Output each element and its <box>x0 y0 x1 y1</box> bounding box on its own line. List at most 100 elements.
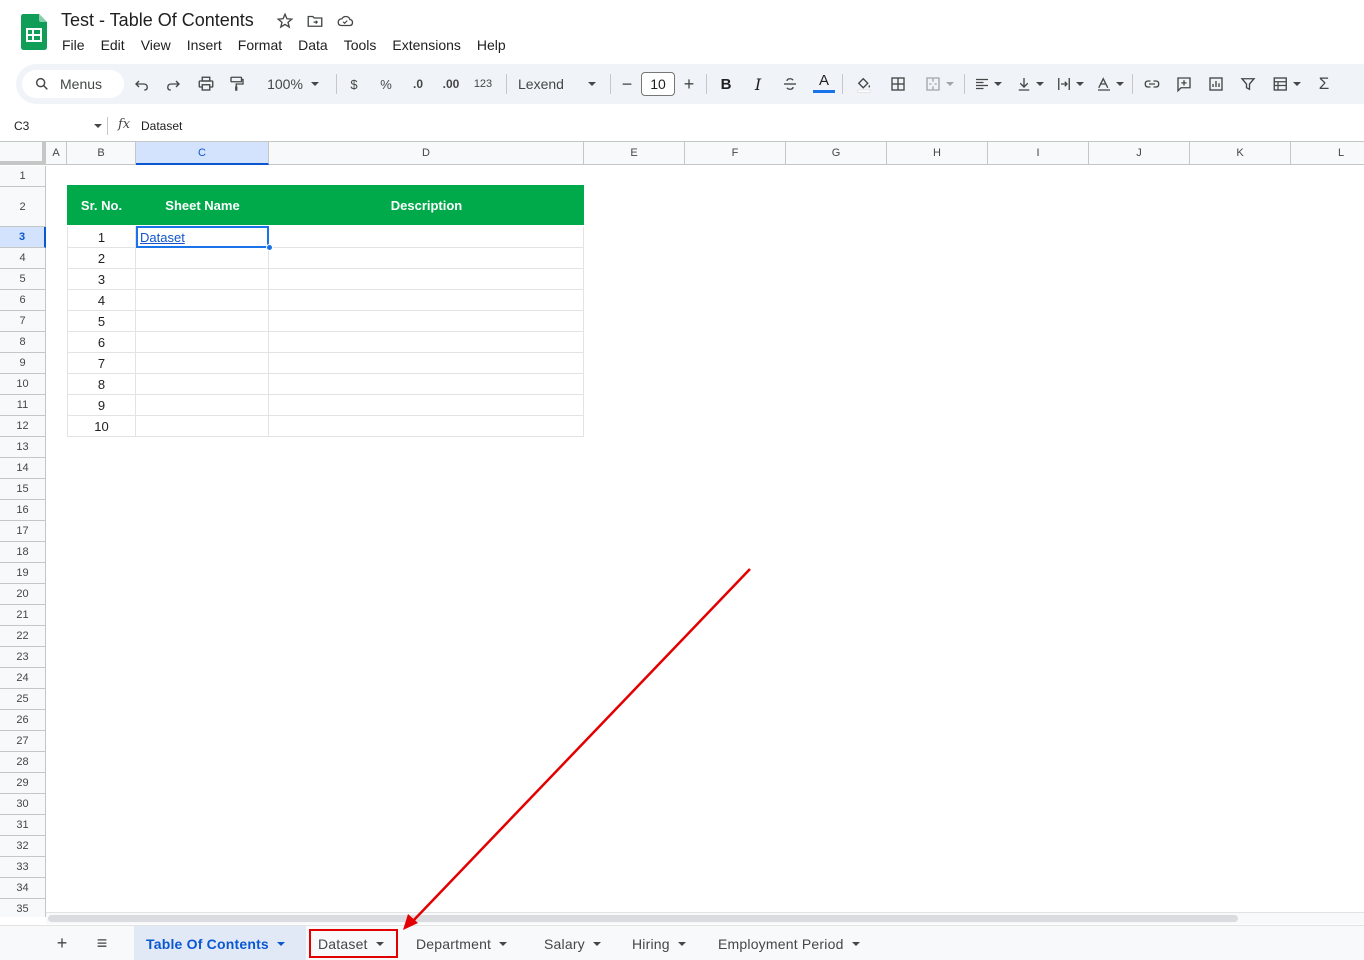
row-header-2[interactable]: 2 <box>0 187 46 227</box>
row-header-26[interactable]: 26 <box>0 710 46 731</box>
cell-sheet-name[interactable] <box>136 248 269 269</box>
borders-button[interactable] <box>886 64 910 104</box>
row-header-10[interactable]: 10 <box>0 374 46 395</box>
row-header-29[interactable]: 29 <box>0 773 46 794</box>
header-sheet-name[interactable]: Sheet Name <box>136 185 269 225</box>
italic-button[interactable]: I <box>748 64 768 104</box>
scrollbar-thumb[interactable] <box>48 915 1238 922</box>
chevron-down-icon[interactable] <box>499 941 508 946</box>
row-header-1[interactable]: 1 <box>0 166 46 187</box>
column-header-l[interactable]: L <box>1291 142 1364 165</box>
currency-button[interactable]: $ <box>344 64 364 104</box>
row-header-16[interactable]: 16 <box>0 500 46 521</box>
cloud-status-icon[interactable] <box>336 12 354 30</box>
row-header-11[interactable]: 11 <box>0 395 46 416</box>
chevron-down-icon[interactable] <box>94 124 102 128</box>
cell-sheet-name[interactable] <box>136 332 269 353</box>
menu-format[interactable]: Format <box>238 37 282 53</box>
vertical-align-button[interactable] <box>1012 64 1046 104</box>
insert-comment-button[interactable] <box>1172 64 1196 104</box>
bold-button[interactable]: B <box>716 64 736 104</box>
row-header-3[interactable]: 3 <box>0 227 46 248</box>
column-header-f[interactable]: F <box>685 142 786 165</box>
cell-description[interactable] <box>269 416 584 437</box>
cell-description[interactable] <box>269 374 584 395</box>
cell-description[interactable] <box>269 353 584 374</box>
row-header-23[interactable]: 23 <box>0 647 46 668</box>
redo-button[interactable] <box>161 64 185 104</box>
row-header-7[interactable]: 7 <box>0 311 46 332</box>
column-header-e[interactable]: E <box>584 142 685 165</box>
print-button[interactable] <box>194 64 218 104</box>
formula-input[interactable]: Dataset <box>141 119 182 133</box>
sheet-tab-department[interactable]: Department <box>404 926 522 960</box>
row-header-8[interactable]: 8 <box>0 332 46 353</box>
row-header-24[interactable]: 24 <box>0 668 46 689</box>
column-header-j[interactable]: J <box>1089 142 1190 165</box>
cell-description[interactable] <box>269 227 584 248</box>
spreadsheet-grid[interactable]: A B C D E F G H I J K L 1 2 3 4 5 6 7 8 9 10 11 12 1… <box>0 141 1364 917</box>
all-sheets-button[interactable]: ≡ <box>90 926 114 960</box>
column-header-c[interactable]: C <box>136 142 269 165</box>
menu-help[interactable]: Help <box>477 37 506 53</box>
search-menus[interactable]: Menus <box>22 70 124 98</box>
merge-cells-button[interactable] <box>920 64 958 104</box>
cell-sheet-name[interactable] <box>136 269 269 290</box>
row-header-21[interactable]: 21 <box>0 605 46 626</box>
menu-data[interactable]: Data <box>298 37 328 53</box>
row-header-34[interactable]: 34 <box>0 878 46 899</box>
row-header-22[interactable]: 22 <box>0 626 46 647</box>
menu-edit[interactable]: Edit <box>101 37 125 53</box>
column-header-k[interactable]: K <box>1190 142 1291 165</box>
cell-sr-no[interactable]: 9 <box>67 395 136 416</box>
cell-description[interactable] <box>269 311 584 332</box>
cell-description[interactable] <box>269 290 584 311</box>
horizontal-align-button[interactable] <box>970 64 1004 104</box>
chevron-down-icon[interactable] <box>276 941 285 946</box>
cell-description[interactable] <box>269 332 584 353</box>
number-format-button[interactable]: 123 <box>470 64 496 104</box>
fill-color-button[interactable] <box>852 64 876 104</box>
row-header-15[interactable]: 15 <box>0 479 46 500</box>
row-header-13[interactable]: 13 <box>0 437 46 458</box>
menu-view[interactable]: View <box>141 37 171 53</box>
column-header-h[interactable]: H <box>887 142 988 165</box>
cell-sheet-name[interactable] <box>136 311 269 332</box>
text-rotation-button[interactable] <box>1092 64 1126 104</box>
row-header-20[interactable]: 20 <box>0 584 46 605</box>
sheet-tab-table-of-contents[interactable]: Table Of Contents <box>134 926 306 960</box>
menu-file[interactable]: File <box>62 37 85 53</box>
filter-button[interactable] <box>1236 64 1260 104</box>
cell-sr-no[interactable]: 6 <box>67 332 136 353</box>
functions-button[interactable]: Σ <box>1314 64 1334 104</box>
cell-description[interactable] <box>269 395 584 416</box>
cell-sheet-name[interactable] <box>136 290 269 311</box>
sheet-tab-employment-period[interactable]: Employment Period <box>706 926 882 960</box>
column-header-d[interactable]: D <box>269 142 584 165</box>
row-header-14[interactable]: 14 <box>0 458 46 479</box>
cell-sr-no[interactable]: 3 <box>67 269 136 290</box>
strikethrough-button[interactable] <box>780 64 800 104</box>
row-header-6[interactable]: 6 <box>0 290 46 311</box>
row-header-17[interactable]: 17 <box>0 521 46 542</box>
chevron-down-icon[interactable] <box>592 941 601 946</box>
row-header-30[interactable]: 30 <box>0 794 46 815</box>
text-color-button[interactable]: A <box>812 64 836 104</box>
font-size-input[interactable]: 10 <box>641 72 675 96</box>
select-all-corner[interactable] <box>0 142 46 165</box>
column-header-g[interactable]: G <box>786 142 887 165</box>
cell-sr-no[interactable]: 7 <box>67 353 136 374</box>
cell-sheet-name[interactable] <box>136 416 269 437</box>
column-header-a[interactable]: A <box>46 142 67 165</box>
cell-description[interactable] <box>269 248 584 269</box>
add-sheet-button[interactable]: + <box>50 926 74 960</box>
cell-sheet-name[interactable] <box>136 395 269 416</box>
font-select[interactable]: Lexend <box>516 64 598 104</box>
doc-title[interactable]: Test - Table Of Contents <box>61 10 254 31</box>
percent-button[interactable]: % <box>376 64 396 104</box>
cell-sr-no[interactable]: 2 <box>67 248 136 269</box>
text-wrapping-button[interactable] <box>1052 64 1086 104</box>
font-size-decrease-button[interactable]: − <box>618 64 636 104</box>
column-header-i[interactable]: I <box>988 142 1089 165</box>
cell-sr-no[interactable]: 8 <box>67 374 136 395</box>
